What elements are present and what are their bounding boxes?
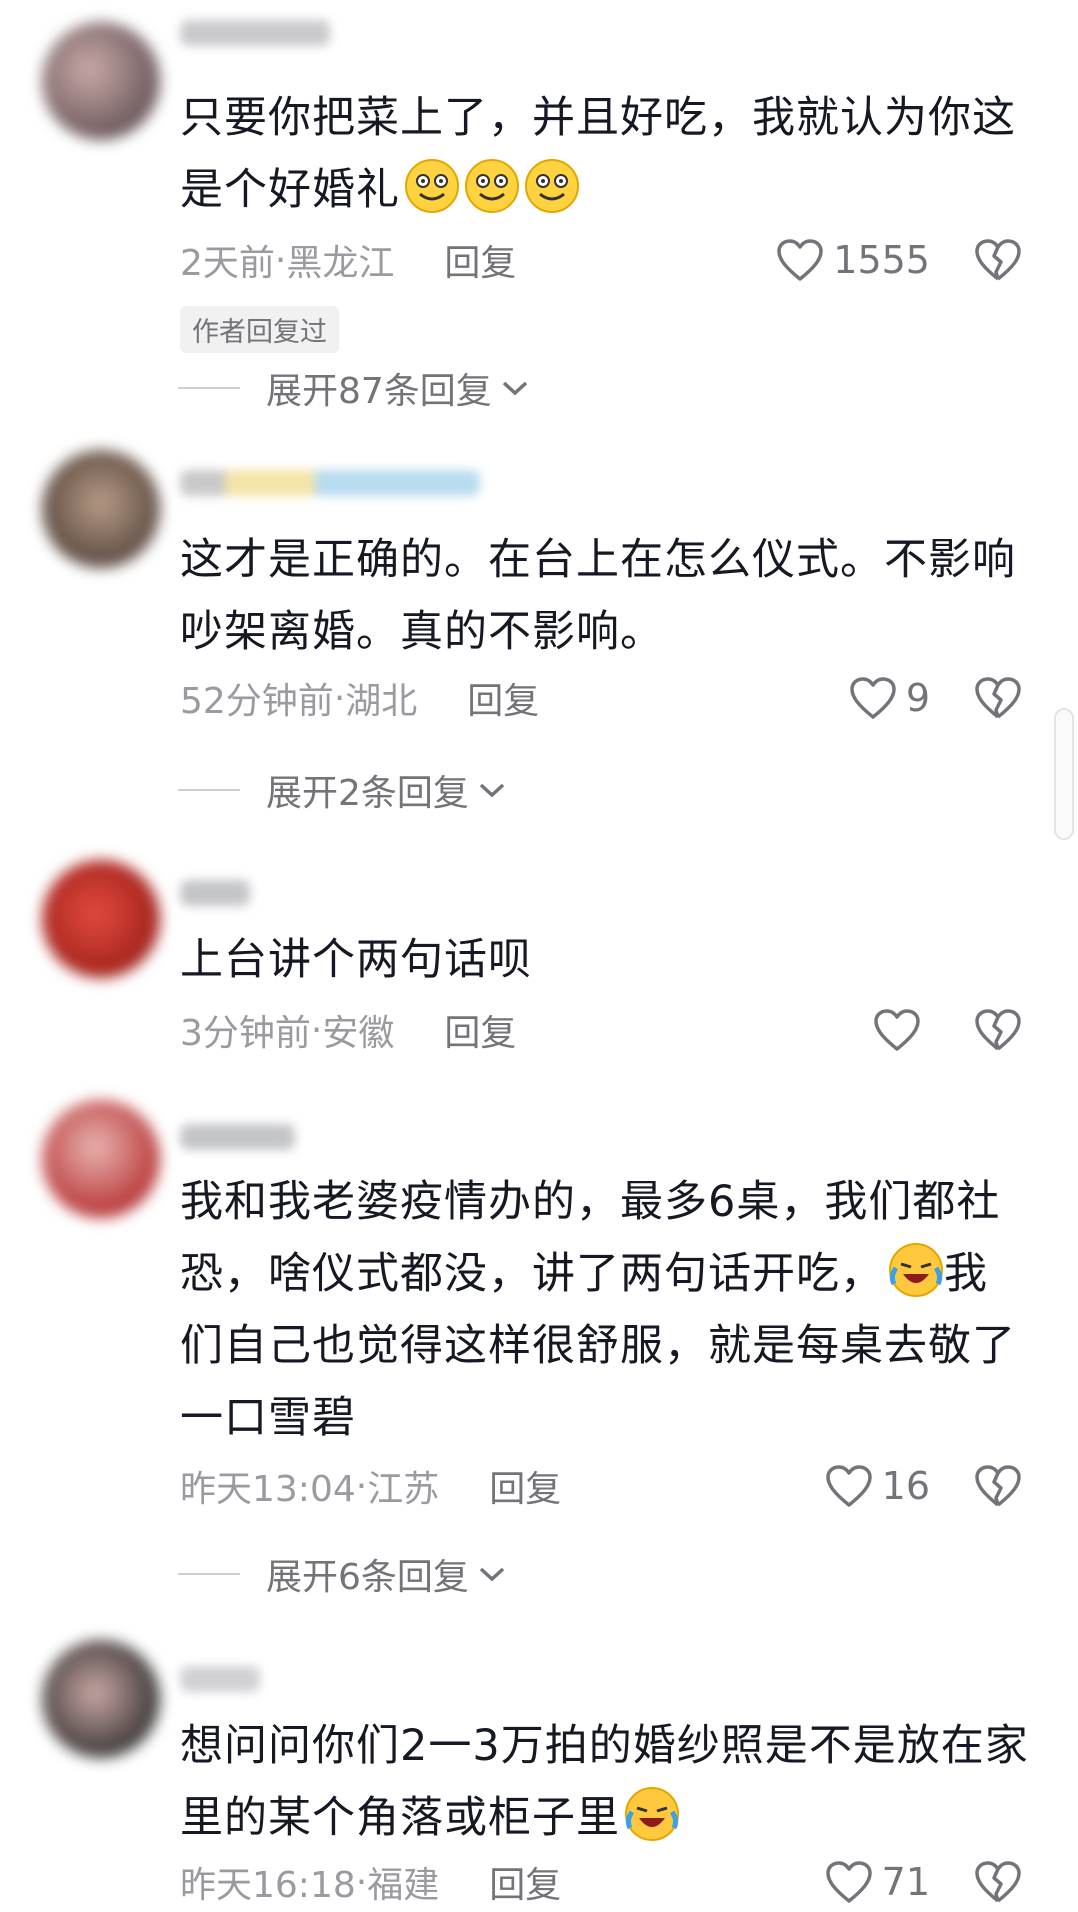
comment-time: 2天前 xyxy=(180,243,275,284)
like-button[interactable]: 16 xyxy=(824,1456,930,1516)
comment-time: 3分钟前 xyxy=(180,1013,311,1054)
like-button[interactable]: 71 xyxy=(824,1852,930,1912)
divider xyxy=(178,1573,240,1575)
heart-outline-icon xyxy=(825,1861,872,1903)
heart-outline-icon xyxy=(850,677,896,719)
comment-meta: 昨天16:18 · 福建 回复 xyxy=(180,1852,561,1912)
separator: · xyxy=(355,1861,368,1903)
comment-meta: 2天前 · 黑龙江 回复 xyxy=(180,230,516,290)
broken-heart-icon xyxy=(975,1861,1021,1903)
like-count: 16 xyxy=(881,1464,930,1508)
broken-heart-icon xyxy=(975,1465,1021,1507)
comment-text: 只要你把菜上了，并且好吃，我就认为你这是个好婚礼 xyxy=(180,93,1016,215)
comment-time: 52分钟前 xyxy=(180,681,334,722)
comment-meta: 3分钟前 · 安徽 回复 xyxy=(180,1000,516,1060)
reply-button[interactable]: 回复 xyxy=(489,1460,561,1512)
expand-replies-button[interactable]: 展开6条回复 xyxy=(178,1548,507,1600)
laugh-cry-emoji-icon xyxy=(625,1787,679,1841)
username-blurred[interactable] xyxy=(180,880,250,906)
divider xyxy=(178,387,240,389)
like-button[interactable]: 1555 xyxy=(775,230,930,290)
expand-replies-label: 展开6条回复 xyxy=(266,1557,469,1598)
chevron-down-icon xyxy=(479,783,505,798)
comment-text: 上台讲个两句话呗 xyxy=(180,935,532,985)
reply-button[interactable]: 回复 xyxy=(467,672,539,724)
dislike-button[interactable] xyxy=(974,1456,1022,1516)
username-blurred[interactable] xyxy=(180,20,330,46)
expand-replies-label: 展开87条回复 xyxy=(266,371,492,412)
author-replied-badge: 作者回复过 xyxy=(180,306,339,353)
scrollbar[interactable] xyxy=(1054,708,1074,840)
like-count: 9 xyxy=(905,676,930,720)
comment-location: 黑龙江 xyxy=(286,243,395,284)
dislike-button[interactable] xyxy=(974,230,1022,290)
avatar[interactable] xyxy=(42,860,160,978)
expand-replies-button[interactable]: 展开2条回复 xyxy=(178,764,507,816)
broken-heart-icon xyxy=(975,239,1021,281)
smile-emoji-icon xyxy=(465,159,519,213)
avatar[interactable] xyxy=(42,22,160,140)
dislike-button[interactable] xyxy=(974,668,1022,728)
dislike-button[interactable] xyxy=(974,1852,1022,1912)
avatar[interactable] xyxy=(42,450,160,568)
comment-location: 江苏 xyxy=(367,1469,440,1510)
smile-emoji-icon xyxy=(405,159,459,213)
username-blurred[interactable] xyxy=(180,470,480,496)
expand-replies-label: 展开2条回复 xyxy=(266,773,469,814)
heart-outline-icon xyxy=(874,1009,920,1051)
comment-text: 我和我老婆疫情办的，最多6桌，我们都社恐，啥仪式都没，讲了两句话开吃， 我们自己也… xyxy=(180,1177,1016,1443)
separator: · xyxy=(274,239,287,281)
comment-location: 福建 xyxy=(367,1865,440,1906)
broken-heart-icon xyxy=(975,677,1021,719)
dislike-button[interactable] xyxy=(974,1000,1022,1060)
reply-button[interactable]: 回复 xyxy=(489,1856,561,1908)
comment-time: 昨天13:04 xyxy=(180,1469,356,1510)
reply-button[interactable]: 回复 xyxy=(444,234,516,286)
like-count: 71 xyxy=(881,1860,930,1904)
like-button[interactable]: 9 xyxy=(848,668,930,728)
laugh-cry-emoji-icon xyxy=(889,1243,943,1297)
separator: · xyxy=(310,1009,323,1051)
separator: · xyxy=(355,1465,368,1507)
divider xyxy=(178,789,240,791)
smile-emoji-icon xyxy=(525,159,579,213)
comment-meta: 52分钟前 · 湖北 回复 xyxy=(180,668,539,728)
like-count: 1555 xyxy=(833,238,930,282)
comment-meta: 昨天13:04 · 江苏 回复 xyxy=(180,1456,561,1516)
expand-replies-button[interactable]: 展开87条回复 xyxy=(178,362,530,414)
heart-outline-icon xyxy=(825,1465,872,1507)
comment-location: 湖北 xyxy=(345,681,418,722)
like-button[interactable] xyxy=(872,1000,930,1060)
chevron-down-icon xyxy=(502,381,527,396)
avatar[interactable] xyxy=(42,1100,160,1218)
comment-text: 这才是正确的。在台上在怎么仪式。不影响吵架离婚。真的不影响。 xyxy=(180,535,1016,657)
comment-location: 安徽 xyxy=(322,1013,395,1054)
chevron-down-icon xyxy=(479,1567,505,1582)
reply-button[interactable]: 回复 xyxy=(444,1004,516,1056)
username-blurred[interactable] xyxy=(180,1124,295,1150)
comment-text: 想问问你们2一3万拍的婚纱照是不是放在家里的某个角落或柜子里 xyxy=(180,1721,1029,1843)
username-blurred[interactable] xyxy=(180,1666,260,1692)
separator: · xyxy=(333,677,346,719)
comment-time: 昨天16:18 xyxy=(180,1865,356,1906)
avatar[interactable] xyxy=(42,1640,160,1758)
broken-heart-icon xyxy=(975,1009,1021,1051)
heart-outline-icon xyxy=(777,239,824,281)
